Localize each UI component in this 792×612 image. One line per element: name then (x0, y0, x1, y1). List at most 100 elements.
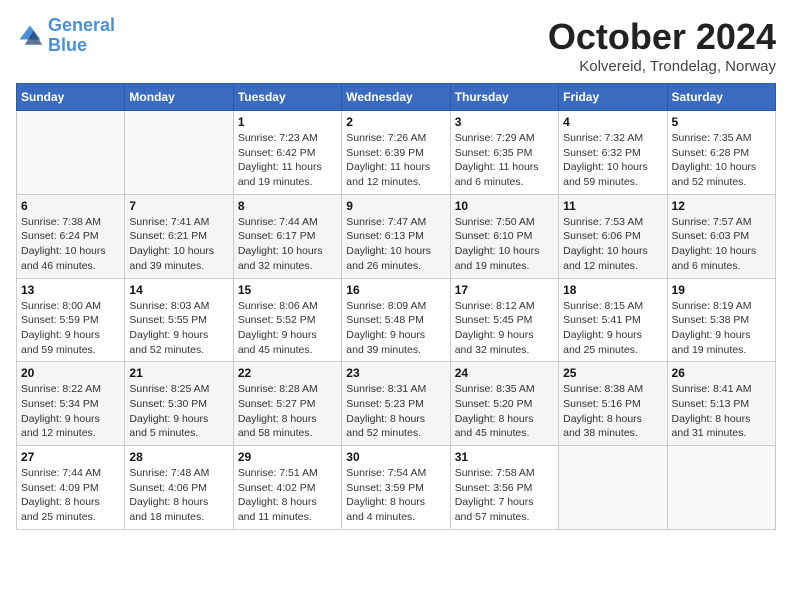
day-number: 30 (346, 450, 445, 464)
calendar-cell: 28Sunrise: 7:48 AM Sunset: 4:06 PM Dayli… (125, 446, 233, 530)
day-number: 24 (455, 366, 554, 380)
day-info: Sunrise: 7:23 AM Sunset: 6:42 PM Dayligh… (238, 131, 337, 190)
day-info: Sunrise: 7:26 AM Sunset: 6:39 PM Dayligh… (346, 131, 445, 190)
day-info: Sunrise: 8:35 AM Sunset: 5:20 PM Dayligh… (455, 382, 554, 441)
day-number: 28 (129, 450, 228, 464)
calendar-cell: 15Sunrise: 8:06 AM Sunset: 5:52 PM Dayli… (233, 278, 341, 362)
day-header: Saturday (667, 84, 775, 111)
day-number: 31 (455, 450, 554, 464)
day-number: 25 (563, 366, 662, 380)
day-header: Friday (559, 84, 667, 111)
calendar-week-row: 6 Sunrise: 7:38 AM Sunset: 6:24 PM Daylig… (17, 194, 776, 278)
calendar-cell: 22 Sunrise: 8:28 AM Sunset: 5:27 PM Dayli… (233, 362, 341, 446)
calendar-cell: 24 Sunrise: 8:35 AM Sunset: 5:20 PM Dayli… (450, 362, 558, 446)
calendar-cell: 23 Sunrise: 8:31 AM Sunset: 5:23 PM Dayli… (342, 362, 450, 446)
day-info: Sunrise: 8:15 AM Sunset: 5:41 PM Dayligh… (563, 299, 662, 358)
day-number: 8 (238, 199, 337, 213)
logo: General Blue (16, 16, 115, 56)
day-number: 29 (238, 450, 337, 464)
day-header: Wednesday (342, 84, 450, 111)
day-number: 3 (455, 115, 554, 129)
calendar-table: SundayMondayTuesdayWednesdayThursdayFrid… (16, 83, 776, 530)
page-header: General Blue October 2024 Kolvereid, Tro… (16, 16, 776, 75)
day-info: Sunrise: 7:47 AM Sunset: 6:13 PM Dayligh… (346, 215, 445, 274)
day-number: 13 (21, 283, 120, 297)
day-info: Sunrise: 8:38 AM Sunset: 5:16 PM Dayligh… (563, 382, 662, 441)
calendar-cell: 5 Sunrise: 7:35 AM Sunset: 6:28 PM Daylig… (667, 111, 775, 195)
day-info: Sunrise: 7:57 AM Sunset: 6:03 PM Dayligh… (672, 215, 771, 274)
calendar-cell: 25 Sunrise: 8:38 AM Sunset: 5:16 PM Dayli… (559, 362, 667, 446)
calendar-cell: 30Sunrise: 7:54 AM Sunset: 3:59 PM Dayli… (342, 446, 450, 530)
day-number: 19 (672, 283, 771, 297)
day-number: 15 (238, 283, 337, 297)
day-info: Sunrise: 7:38 AM Sunset: 6:24 PM Dayligh… (21, 215, 120, 274)
title-block: October 2024 Kolvereid, Trondelag, Norwa… (548, 16, 776, 75)
calendar-week-row: 27 Sunrise: 7:44 AM Sunset: 4:09 PM Dayli… (17, 446, 776, 530)
day-info: Sunrise: 8:09 AM Sunset: 5:48 PM Dayligh… (346, 299, 445, 358)
day-info: Sunrise: 8:41 AM Sunset: 5:13 PM Dayligh… (672, 382, 771, 441)
calendar-cell: 17Sunrise: 8:12 AM Sunset: 5:45 PM Dayli… (450, 278, 558, 362)
day-info: Sunrise: 7:53 AM Sunset: 6:06 PM Dayligh… (563, 215, 662, 274)
day-info: Sunrise: 7:44 AM Sunset: 6:17 PM Dayligh… (238, 215, 337, 274)
calendar-week-row: 20 Sunrise: 8:22 AM Sunset: 5:34 PM Dayli… (17, 362, 776, 446)
calendar-cell: 8 Sunrise: 7:44 AM Sunset: 6:17 PM Daylig… (233, 194, 341, 278)
day-number: 22 (238, 366, 337, 380)
day-number: 16 (346, 283, 445, 297)
calendar-cell: 10 Sunrise: 7:50 AM Sunset: 6:10 PM Dayli… (450, 194, 558, 278)
day-info: Sunrise: 7:51 AM Sunset: 4:02 PM Dayligh… (238, 466, 337, 525)
day-info: Sunrise: 8:03 AM Sunset: 5:55 PM Dayligh… (129, 299, 228, 358)
day-info: Sunrise: 8:12 AM Sunset: 5:45 PM Dayligh… (455, 299, 554, 358)
day-info: Sunrise: 8:25 AM Sunset: 5:30 PM Dayligh… (129, 382, 228, 441)
day-info: Sunrise: 7:44 AM Sunset: 4:09 PM Dayligh… (21, 466, 120, 525)
day-info: Sunrise: 7:29 AM Sunset: 6:35 PM Dayligh… (455, 131, 554, 190)
day-info: Sunrise: 8:00 AM Sunset: 5:59 PM Dayligh… (21, 299, 120, 358)
day-number: 27 (21, 450, 120, 464)
day-info: Sunrise: 7:35 AM Sunset: 6:28 PM Dayligh… (672, 131, 771, 190)
day-header: Sunday (17, 84, 125, 111)
day-info: Sunrise: 8:28 AM Sunset: 5:27 PM Dayligh… (238, 382, 337, 441)
calendar-cell: 21 Sunrise: 8:25 AM Sunset: 5:30 PM Dayli… (125, 362, 233, 446)
calendar-cell: 19 Sunrise: 8:19 AM Sunset: 5:38 PM Dayli… (667, 278, 775, 362)
calendar-cell: 31Sunrise: 7:58 AM Sunset: 3:56 PM Dayli… (450, 446, 558, 530)
day-info: Sunrise: 8:31 AM Sunset: 5:23 PM Dayligh… (346, 382, 445, 441)
day-number: 12 (672, 199, 771, 213)
logo-text: General Blue (48, 16, 115, 56)
day-number: 10 (455, 199, 554, 213)
day-info: Sunrise: 7:50 AM Sunset: 6:10 PM Dayligh… (455, 215, 554, 274)
calendar-cell: 9 Sunrise: 7:47 AM Sunset: 6:13 PM Daylig… (342, 194, 450, 278)
month-title: October 2024 (548, 16, 776, 58)
calendar-cell: 7Sunrise: 7:41 AM Sunset: 6:21 PM Daylig… (125, 194, 233, 278)
day-number: 23 (346, 366, 445, 380)
calendar-cell: 3 Sunrise: 7:29 AM Sunset: 6:35 PM Daylig… (450, 111, 558, 195)
calendar-cell (559, 446, 667, 530)
day-number: 11 (563, 199, 662, 213)
logo-line1: General (48, 15, 115, 35)
day-number: 21 (129, 366, 228, 380)
calendar-cell: 4Sunrise: 7:32 AM Sunset: 6:32 PM Daylig… (559, 111, 667, 195)
day-header: Tuesday (233, 84, 341, 111)
calendar-cell: 11 Sunrise: 7:53 AM Sunset: 6:06 PM Dayli… (559, 194, 667, 278)
calendar-body: 1Sunrise: 7:23 AM Sunset: 6:42 PM Daylig… (17, 111, 776, 530)
calendar-week-row: 13 Sunrise: 8:00 AM Sunset: 5:59 PM Dayli… (17, 278, 776, 362)
calendar-cell: 12 Sunrise: 7:57 AM Sunset: 6:03 PM Dayli… (667, 194, 775, 278)
day-number: 5 (672, 115, 771, 129)
day-number: 9 (346, 199, 445, 213)
day-info: Sunrise: 8:22 AM Sunset: 5:34 PM Dayligh… (21, 382, 120, 441)
day-number: 6 (21, 199, 120, 213)
day-number: 18 (563, 283, 662, 297)
day-header: Thursday (450, 84, 558, 111)
logo-icon (16, 22, 44, 50)
calendar-cell: 29 Sunrise: 7:51 AM Sunset: 4:02 PM Dayli… (233, 446, 341, 530)
day-number: 4 (563, 115, 662, 129)
calendar-cell: 1Sunrise: 7:23 AM Sunset: 6:42 PM Daylig… (233, 111, 341, 195)
day-number: 20 (21, 366, 120, 380)
day-info: Sunrise: 7:41 AM Sunset: 6:21 PM Dayligh… (129, 215, 228, 274)
day-info: Sunrise: 8:19 AM Sunset: 5:38 PM Dayligh… (672, 299, 771, 358)
location-subtitle: Kolvereid, Trondelag, Norway (548, 58, 776, 75)
calendar-header-row: SundayMondayTuesdayWednesdayThursdayFrid… (17, 84, 776, 111)
calendar-cell: 13 Sunrise: 8:00 AM Sunset: 5:59 PM Dayli… (17, 278, 125, 362)
calendar-cell: 16 Sunrise: 8:09 AM Sunset: 5:48 PM Dayli… (342, 278, 450, 362)
calendar-cell: 20 Sunrise: 8:22 AM Sunset: 5:34 PM Dayli… (17, 362, 125, 446)
calendar-cell: 2Sunrise: 7:26 AM Sunset: 6:39 PM Daylig… (342, 111, 450, 195)
day-header: Monday (125, 84, 233, 111)
